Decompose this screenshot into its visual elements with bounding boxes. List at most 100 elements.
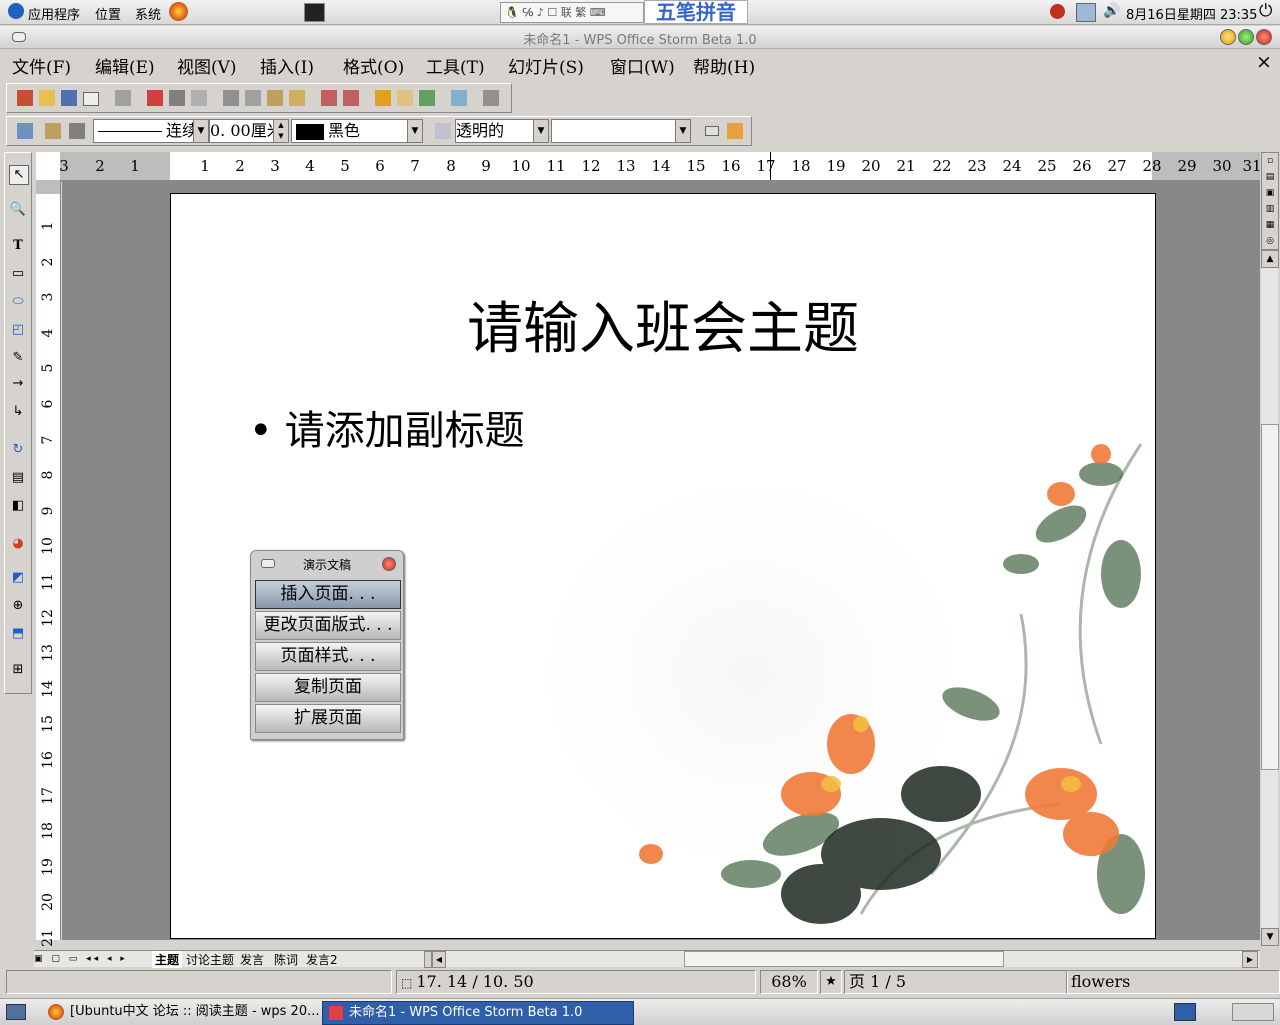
close-button[interactable] — [1256, 29, 1272, 45]
horizontal-scroll-thumb[interactable] — [684, 951, 1004, 967]
copy-icon[interactable] — [245, 90, 261, 106]
fill-style-select[interactable] — [551, 119, 691, 143]
connector-tool-icon[interactable]: ↳ — [9, 403, 27, 421]
print-preview-icon[interactable] — [191, 90, 207, 106]
format-painter-icon[interactable] — [289, 90, 305, 106]
zoom-tool-icon[interactable]: 🔍 — [9, 201, 27, 219]
page-style-button[interactable]: 页面样式. . . — [255, 642, 401, 671]
menu-window[interactable]: 窗口(W) — [610, 53, 675, 78]
navigator-icon[interactable] — [375, 90, 391, 106]
tab-nav-buttons[interactable]: ▣ ▢ ▭ ◂◂ ◂ ▸ ▸▸ — [34, 952, 142, 978]
menu-view[interactable]: 视图(V) — [177, 53, 237, 78]
status-zoom[interactable]: 68% — [760, 970, 818, 994]
ime-toolbar[interactable]: 🐧 ℅ ♪ ☐ 联 繁 ⌨ — [500, 2, 644, 23]
slide-subtitle[interactable]: • 请添加副标题 — [249, 398, 525, 456]
panel-menu-system[interactable]: 系统 — [135, 4, 161, 23]
volume-icon[interactable]: 🔊 — [1103, 3, 1120, 19]
redo-icon[interactable] — [343, 90, 359, 106]
horizontal-ruler[interactable]: 3 2 1 1 2 3 4 5 6 7 8 9 10 11 12 13 14 15 16 17 18 19 20 21 22 23… — [36, 152, 1262, 181]
zoom-icon[interactable] — [483, 90, 499, 106]
document-close-icon[interactable]: × — [1256, 51, 1272, 73]
line-color-dropdown-icon[interactable]: ▼ — [407, 120, 422, 142]
3d-tool-icon[interactable]: ⬒ — [9, 625, 27, 643]
edit-file-icon[interactable] — [115, 90, 131, 106]
window-titlebar[interactable]: 未命名1 - WPS Office Storm Beta 1.0 — [0, 26, 1280, 49]
menu-format[interactable]: 格式(O) — [343, 53, 404, 78]
fill-dropdown-icon[interactable]: ▼ — [533, 120, 548, 142]
export-pdf-icon[interactable] — [147, 90, 163, 106]
select-arrow-icon[interactable]: ↖ — [9, 165, 29, 185]
slideshow-tool-icon[interactable]: ⊞ — [9, 661, 27, 679]
maximize-button[interactable] — [1238, 29, 1254, 45]
cut-icon[interactable] — [223, 90, 239, 106]
task-browser[interactable]: [Ubuntu中文 论坛 :: 阅读主题 - wps 20... — [44, 1001, 340, 1023]
cube-tool-icon[interactable]: ◰ — [9, 321, 27, 339]
scroll-down-button[interactable]: ▼ — [1261, 928, 1279, 946]
insert-page-button[interactable]: 插入页面. . . — [255, 580, 401, 609]
panel-menu-applications[interactable]: 应用程序 — [28, 4, 80, 23]
task-wps[interactable]: 未命名1 - WPS Office Storm Beta 1.0 — [322, 1001, 634, 1025]
power-icon[interactable]: ⏻ — [1259, 1, 1272, 21]
line-style-dropdown-icon[interactable]: ▼ — [193, 120, 208, 142]
rectangle-tool-icon[interactable]: ▭ — [9, 265, 27, 283]
text-tool-icon[interactable]: T — [9, 237, 27, 255]
align-tool-icon[interactable]: ▤ — [9, 469, 27, 487]
tab-statement[interactable]: 陈词 — [274, 951, 298, 968]
tab-speech[interactable]: 发言 — [240, 951, 264, 968]
shadow-icon[interactable] — [705, 126, 719, 136]
glue-tool-icon[interactable]: ⊕ — [9, 597, 27, 615]
arrange-tool-icon[interactable]: ◧ — [9, 497, 27, 515]
line-tool-left-icon[interactable]: → — [9, 375, 27, 393]
vertical-scrollbar[interactable]: ▫ ▤ ▣ ▥ ▦ ◎ ▲ ▼ — [1261, 152, 1279, 946]
line-width-spinner[interactable]: ▲ ▼ — [273, 119, 289, 143]
menu-edit[interactable]: 编辑(E) — [95, 53, 155, 78]
show-desktop-icon[interactable] — [6, 1004, 26, 1020]
print-icon[interactable] — [169, 90, 185, 106]
save-icon[interactable] — [61, 90, 77, 106]
workspace-switcher-2[interactable] — [1232, 1003, 1274, 1021]
workspace-switcher[interactable] — [1174, 1003, 1196, 1021]
image-icon[interactable] — [451, 90, 467, 106]
panel-menu-places[interactable]: 位置 — [95, 4, 121, 23]
menu-slideshow[interactable]: 幻灯片(S) — [508, 53, 584, 78]
ellipse-tool-icon[interactable]: ⬭ — [9, 293, 27, 311]
line-width-field[interactable]: 0. 00厘米 — [209, 119, 275, 143]
scroll-up-button[interactable]: ▲ — [1261, 250, 1279, 268]
arrow-style-icon[interactable] — [45, 123, 61, 139]
paste-icon[interactable] — [267, 90, 283, 106]
menu-file[interactable]: 文件(F) — [12, 53, 71, 78]
change-layout-button[interactable]: 更改页面版式. . . — [255, 611, 401, 640]
effects-tool-icon[interactable]: ◩ — [9, 569, 27, 587]
network-icon[interactable] — [1076, 3, 1096, 22]
copy-page-button[interactable]: 复制页面 — [255, 673, 401, 702]
tab-discussion[interactable]: 讨论主题 — [186, 951, 234, 968]
new-document-icon[interactable] — [17, 90, 33, 106]
fill-style-dropdown-icon[interactable]: ▼ — [675, 120, 690, 142]
curve-tool-icon[interactable]: ✎ — [9, 349, 27, 367]
view-mode-buttons[interactable]: ▫ ▤ ▣ ▥ ▦ ◎ — [1261, 152, 1279, 250]
expand-page-button[interactable]: 扩展页面 — [255, 704, 401, 733]
rotate-tool-icon[interactable]: ↻ — [9, 441, 27, 459]
menu-tools[interactable]: 工具(T) — [426, 53, 485, 78]
update-icon[interactable] — [1050, 4, 1065, 19]
firefox-icon[interactable] — [169, 2, 188, 21]
line-ends-icon[interactable] — [69, 123, 85, 139]
undo-icon[interactable] — [321, 90, 337, 106]
vertical-scroll-thumb[interactable] — [1261, 424, 1279, 770]
tab-speech2[interactable]: 发言2 — [306, 951, 338, 968]
menu-help[interactable]: 帮助(H) — [693, 53, 755, 78]
fill-bucket-icon[interactable] — [435, 123, 451, 139]
ubuntu-logo-icon[interactable] — [8, 3, 24, 19]
slide-title[interactable]: 请输入班会主题 — [171, 284, 1155, 365]
area-icon[interactable] — [727, 123, 743, 139]
line-style-select[interactable]: 连续 — [93, 119, 209, 143]
gallery-icon[interactable] — [419, 90, 435, 106]
line-tool-icon[interactable] — [17, 123, 33, 139]
chart-tool-icon[interactable]: ◕ — [9, 535, 27, 553]
panel-close-button[interactable] — [382, 557, 396, 571]
ime-label[interactable]: 五笔拼音 — [644, 0, 748, 24]
scroll-left-button[interactable]: ◀ — [432, 951, 446, 968]
vertical-ruler[interactable]: 1 2 3 4 5 6 7 8 9 10 11 12 13 14 15 16 17 18 19 20 21 — [36, 180, 61, 947]
email-icon[interactable] — [83, 92, 99, 106]
tab-splitter[interactable] — [424, 951, 432, 968]
